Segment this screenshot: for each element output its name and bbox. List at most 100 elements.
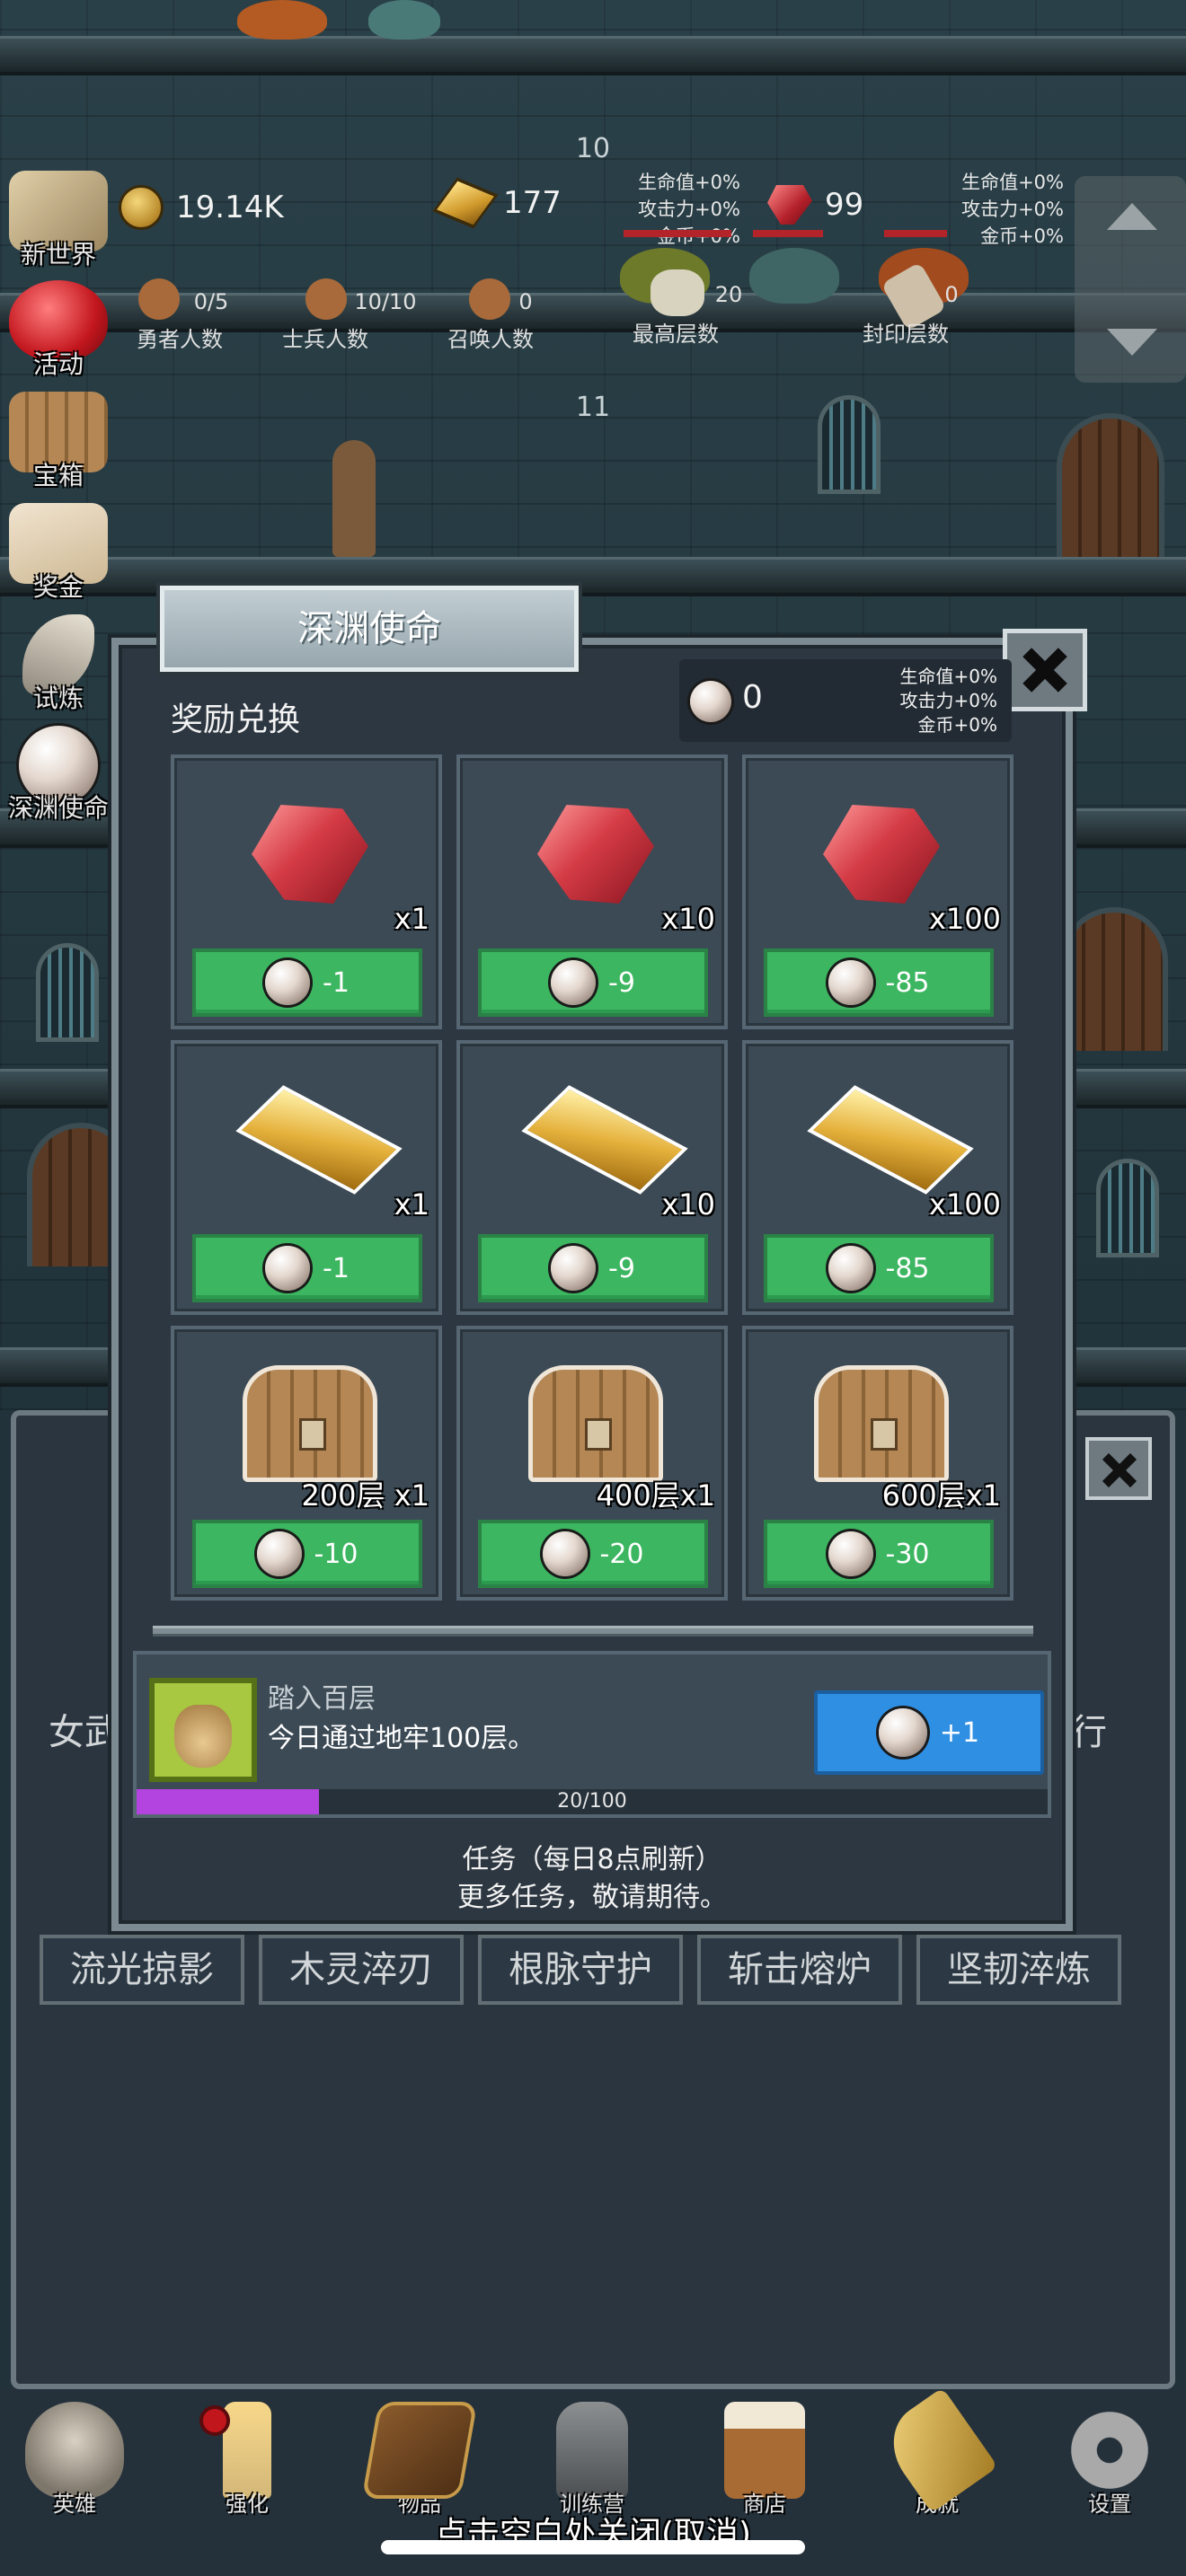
quest-reward: +1 [939,1716,980,1749]
ruby-icon [537,805,654,904]
reward-exchange-label: 奖励兑换 [171,701,301,738]
exchange-cost: -9 [608,1252,635,1284]
skill-tile[interactable]: 坚韧淬炼 [916,1935,1121,2005]
background-tile-label: 女武 [49,1712,120,1753]
item-quantity: 200层 x1 [301,1478,429,1513]
exchange-cost: -10 [314,1538,358,1570]
gold-bar-icon [521,1085,688,1195]
exchange-item: x100 -85 [742,754,1013,1029]
item-quantity: 600层x1 [881,1478,1001,1513]
quest-title: 踏入百层 [268,1683,376,1715]
exchange-cost: -30 [885,1538,930,1570]
nav-shop[interactable]: 商店 [697,2402,832,2518]
divider [153,1626,1033,1636]
gear-icon [1060,2402,1159,2499]
pearl-icon [828,960,873,1005]
coin-icon [119,185,164,230]
notification-dot [199,2405,230,2436]
side-menu-abyss-mission[interactable]: 深渊使命 [0,726,117,825]
max-floor-value: 20 [714,282,743,307]
side-menu-trial[interactable]: 试炼 [0,614,117,715]
side-menu-chest[interactable]: 宝箱 [0,392,117,492]
item-quantity: x1 [394,1187,429,1222]
dungeon-window [1096,1159,1159,1257]
chest-icon [528,1365,663,1482]
coin-value: 19.14K [176,190,284,225]
scroll-down-arrow-icon[interactable] [1107,329,1157,356]
exchange-button[interactable]: -1 [192,948,422,1017]
gold-bonus-bar [624,230,731,237]
dungeon-door [1057,413,1164,557]
exchange-button[interactable]: -10 [192,1520,422,1588]
bonus-gold: 金币+0% [917,714,998,736]
summons-value: 0 [518,289,533,314]
chest-icon [243,1365,377,1482]
side-menu-event[interactable]: 活动 [0,280,117,381]
floor-ledge [0,36,1186,75]
exchange-button[interactable]: -1 [192,1234,422,1302]
pearl-icon [542,1531,588,1576]
bonus-atk: 攻击力+0% [638,198,740,220]
nav-training-camp[interactable]: 训练营 [525,2402,659,2518]
nav-settings[interactable]: 设置 [1042,2402,1177,2518]
exchange-button[interactable]: -30 [764,1520,994,1588]
skill-tile[interactable]: 根脉守护 [478,1935,683,2005]
exchange-item: x10 -9 [456,1040,728,1315]
exchange-button[interactable]: -85 [764,1234,994,1302]
quest-refresh-note: 任务（每日8点刷新） [462,1844,722,1875]
exchange-button[interactable]: -9 [478,1234,708,1302]
gold-bonus: 生命值+0% 攻击力+0% 金币+0% [611,169,740,250]
skill-tile[interactable]: 流光掠影 [40,1935,244,2005]
exchange-button[interactable]: -9 [478,948,708,1017]
home-indicator[interactable] [381,2540,805,2554]
side-menu-label: 奖金 [32,572,84,602]
chest-icon [814,1365,949,1482]
nav-items[interactable]: 物品 [352,2402,487,2518]
exchange-button[interactable]: -85 [764,948,994,1017]
item-quantity: x100 [928,902,1001,936]
background-panel-close-icon[interactable] [1085,1437,1152,1500]
ruby-stat: 99 [767,185,863,225]
skill-tile[interactable]: 木灵淬刃 [259,1935,464,2005]
dungeon-window [36,943,99,1042]
item-quantity: 400层x1 [596,1478,715,1513]
teal-slime-sprite [368,0,440,40]
quest-description: 今日通过地牢100层。 [268,1723,535,1754]
coin-stat: 19.14K [119,185,284,230]
exchange-cost: -1 [323,966,350,999]
nav-heroes[interactable]: 英雄 [7,2402,142,2518]
item-quantity: x100 [928,1187,1001,1222]
summons-label: 召唤人数 [447,327,534,352]
exchange-cost: -9 [608,966,635,999]
lantern-icon [556,2402,628,2499]
more-quests-note: 更多任务，敬请期待。 [457,1882,727,1913]
item-quantity: x1 [394,902,429,936]
pearl-icon [551,960,597,1005]
skill-tile[interactable]: 斩击熔炉 [697,1935,902,2005]
ruby-value: 99 [825,187,864,223]
side-menu-new-world[interactable]: 新世界 [0,171,117,271]
background-tile-label: 行 [1071,1712,1107,1753]
close-icon[interactable] [1003,629,1087,711]
coin-bag-icon [149,1678,257,1782]
side-menu-bonus[interactable]: 奖金 [0,503,117,604]
side-menu-label: 宝箱 [32,461,84,490]
side-menu-label: 深渊使命 [7,793,109,823]
scroll-up-arrow-icon[interactable] [1107,203,1157,230]
exchange-button[interactable]: -20 [478,1520,708,1588]
gold-bar-icon [235,1085,403,1195]
item-quantity: x10 [661,902,715,936]
pearl-icon [828,1246,873,1291]
sealed-floor-value: 0 [944,282,959,307]
quest-claim-button[interactable]: +1 [814,1690,1044,1775]
gold-stat: 177 [432,177,562,229]
dungeon-door [1060,907,1168,1051]
soldiers-label: 士兵人数 [282,327,368,352]
exchange-item: x1 -1 [171,754,442,1029]
hero-sprite [332,440,376,557]
nav-achievements[interactable]: 成就 [870,2386,1005,2518]
orange-slime-sprite [237,0,327,40]
pearl-icon [265,960,311,1005]
book-icon [361,2402,478,2499]
floor-number: 10 [575,133,611,164]
